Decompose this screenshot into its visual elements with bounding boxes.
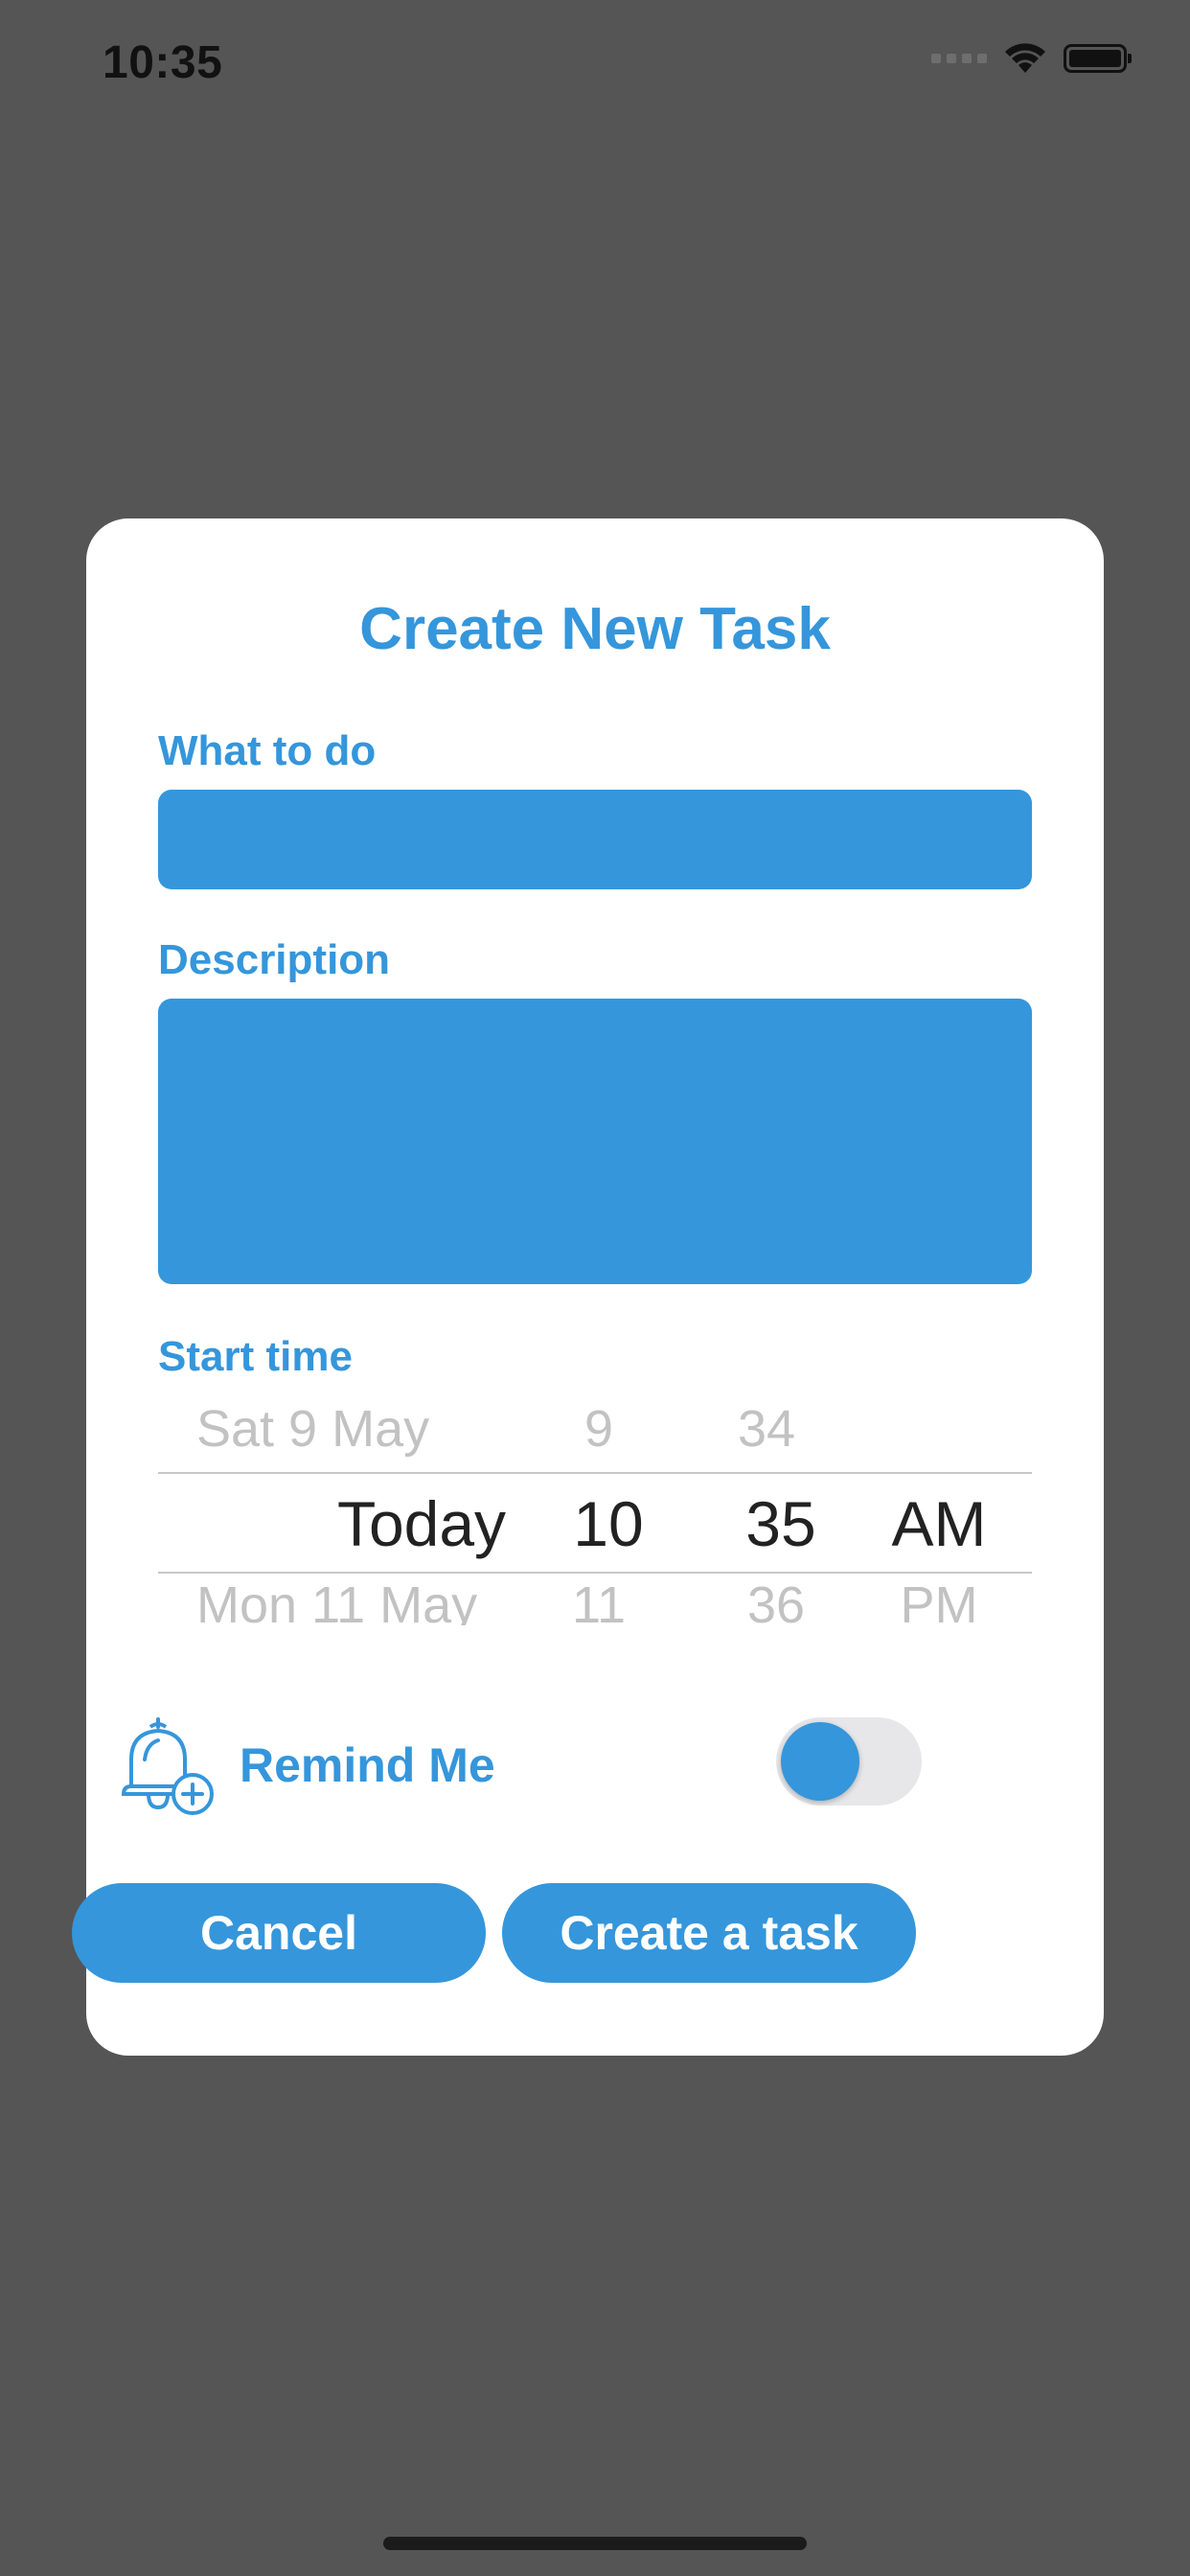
picker-minute-selected[interactable]: 35 bbox=[733, 1487, 829, 1560]
picker-hour-below[interactable]: 11 bbox=[561, 1577, 637, 1625]
bell-add-icon bbox=[121, 1717, 214, 1815]
home-indicator[interactable] bbox=[383, 2537, 807, 2550]
start-time-label: Start time bbox=[158, 1333, 353, 1380]
picker-minute-above[interactable]: 34 bbox=[723, 1405, 810, 1459]
create-task-button[interactable]: Create a task bbox=[502, 1883, 916, 1983]
dialog-title: Create New Task bbox=[359, 596, 831, 662]
status-bar: 10:35 bbox=[0, 0, 1190, 134]
picker-hour-above[interactable]: 9 bbox=[561, 1405, 637, 1459]
remind-me-label: Remind Me bbox=[240, 1738, 495, 1792]
picker-selected-row[interactable]: Today 10 35 AM bbox=[158, 1484, 1032, 1566]
wifi-icon bbox=[1005, 43, 1045, 73]
picker-day-above[interactable]: Sat 9 May bbox=[196, 1405, 429, 1459]
create-task-dialog: Create New Task What to do Description S… bbox=[86, 518, 1104, 2056]
picker-day-selected[interactable]: Today bbox=[321, 1487, 522, 1560]
what-to-do-input[interactable] bbox=[158, 790, 1032, 889]
description-label: Description bbox=[158, 936, 391, 983]
what-to-do-label: What to do bbox=[158, 727, 377, 774]
cellular-signal-icon bbox=[931, 54, 987, 63]
picker-period-selected[interactable]: AM bbox=[886, 1487, 992, 1560]
picker-minute-below[interactable]: 36 bbox=[733, 1577, 819, 1625]
picker-selection-top-line bbox=[158, 1472, 1032, 1474]
battery-icon bbox=[1064, 44, 1132, 73]
description-input[interactable] bbox=[158, 999, 1032, 1284]
status-icons bbox=[931, 42, 1132, 75]
remind-me-toggle[interactable] bbox=[776, 1717, 922, 1806]
picker-row-below[interactable]: Mon 11 May 11 36 PM bbox=[158, 1577, 1032, 1625]
toggle-knob bbox=[781, 1722, 859, 1801]
picker-day-below[interactable]: Mon 11 May bbox=[196, 1577, 477, 1625]
picker-selection-bottom-line bbox=[158, 1572, 1032, 1574]
cancel-button[interactable]: Cancel bbox=[72, 1883, 486, 1983]
picker-hour-selected[interactable]: 10 bbox=[561, 1487, 656, 1560]
status-time: 10:35 bbox=[103, 37, 223, 88]
picker-period-below[interactable]: PM bbox=[896, 1577, 982, 1625]
